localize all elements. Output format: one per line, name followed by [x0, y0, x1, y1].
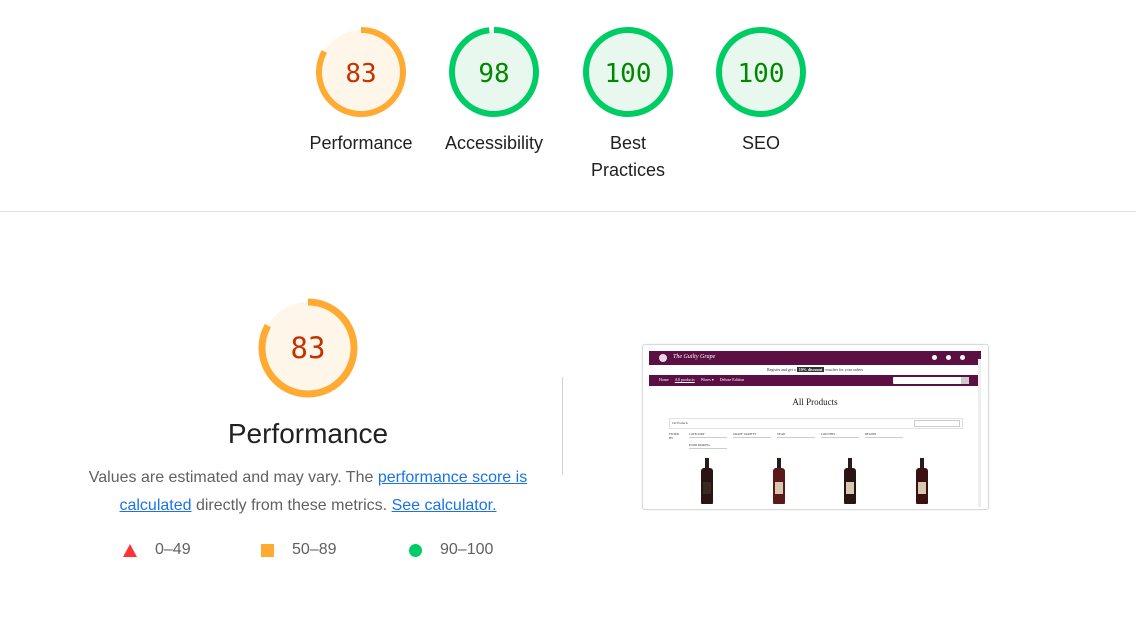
legend-pass-range: 90–100	[440, 541, 494, 558]
description-middle: directly from these metrics.	[191, 497, 392, 514]
gauge-label: SEO	[741, 133, 780, 153]
filter-grape: GRAPE VARIETY	[733, 432, 771, 438]
gauge-score: 100	[605, 59, 652, 89]
filter-category: CATEGORY	[689, 432, 727, 438]
heart-icon	[946, 355, 951, 360]
gauge-ring-performance: 83	[316, 27, 406, 117]
bag-icon	[960, 355, 965, 360]
legend-fail-range: 0–49	[155, 541, 191, 558]
gauge-performance[interactable]: 83 Performance	[306, 26, 416, 157]
vertical-divider	[562, 377, 563, 475]
performance-section: 83 Performance Values are estimated and …	[70, 290, 546, 520]
filter-food-pairing: FOOD PAIRING	[689, 443, 727, 449]
screenshot-page: The Guilty Grape Register and get a 10% …	[649, 351, 981, 507]
gauge-seo[interactable]: 100 SEO	[706, 26, 816, 157]
nav-home: Home	[659, 377, 669, 382]
filter-region: REGION	[865, 432, 903, 438]
gauge-label: Performance	[309, 133, 413, 153]
orange-square-icon	[261, 543, 274, 557]
header-icons	[932, 355, 965, 360]
final-screenshot[interactable]: The Guilty Grape Register and get a 10% …	[642, 344, 989, 510]
performance-gauge-score: 83	[291, 331, 326, 365]
performance-description: Values are estimated and may vary. The p…	[78, 464, 538, 520]
site-brand: The Guilty Grape	[673, 354, 716, 360]
performance-gauge: 83	[258, 298, 358, 398]
gauge-best-practices[interactable]: 100 Best Practices	[573, 26, 683, 184]
gauge-ring-accessibility: 98	[449, 27, 539, 117]
gauge-ring-seo: 100	[716, 27, 806, 117]
filter-year: YEAR	[777, 432, 815, 438]
legend-average-range: 50–89	[292, 541, 337, 558]
wine-bottle-image	[916, 458, 928, 504]
nav-links: Home All products Wines ▾ Deluxe Edition	[659, 377, 744, 382]
sort-select	[914, 420, 960, 427]
filter-country: COUNTRY	[821, 432, 859, 438]
red-triangle-icon	[123, 543, 137, 557]
user-icon	[932, 355, 937, 360]
legend-fail: 0–49	[123, 541, 191, 559]
promo-suffix: voucher for your orders	[825, 367, 864, 372]
filter-by-label: FILTER BY	[669, 432, 679, 440]
gauge-score: 83	[345, 59, 376, 89]
products-heading: All Products	[792, 397, 838, 407]
products-toolbar: 192 Products	[669, 418, 963, 429]
category-summary: 83 Performance 98 Accessibility 100 Best…	[0, 0, 1136, 211]
site-header: The Guilty Grape	[649, 351, 981, 365]
gauge-label: Accessibility	[444, 133, 544, 153]
legend-pass: 90–100	[409, 541, 493, 559]
performance-title: Performance	[227, 418, 389, 449]
gauge-score: 98	[478, 59, 509, 89]
promo-prefix: Register and get a	[766, 367, 796, 372]
gauge-score: 100	[738, 59, 785, 89]
score-legend: 0–49 50–89 90–100	[0, 541, 620, 565]
product-count: 192 Products	[672, 421, 688, 425]
nav-all-products: All products	[674, 377, 695, 382]
grape-logo-icon	[659, 354, 667, 362]
description-prefix: Values are estimated and may vary. The	[88, 469, 378, 486]
gauge-accessibility[interactable]: 98 Accessibility	[439, 26, 549, 157]
promo-banner: Register and get a 10% discount voucher …	[649, 365, 981, 375]
gauge-ring-best-practices: 100	[583, 27, 673, 117]
search-icon	[961, 377, 969, 384]
screenshot-scrollbar	[978, 359, 981, 507]
nav-deluxe: Deluxe Edition	[719, 377, 745, 382]
legend-average: 50–89	[261, 541, 337, 559]
gauge-label: Best Practices	[590, 133, 666, 180]
site-nav: Home All products Wines ▾ Deluxe Edition	[649, 375, 981, 386]
wine-bottle-image	[701, 458, 713, 504]
wine-bottle-image	[773, 458, 785, 504]
see-calculator-link[interactable]: See calculator.	[392, 497, 497, 514]
section-divider	[0, 211, 1136, 212]
promo-highlight: 10% discount	[796, 367, 825, 372]
site-search-box	[893, 377, 969, 384]
green-circle-icon	[409, 543, 422, 557]
nav-wines: Wines ▾	[700, 377, 714, 382]
wine-bottle-image	[844, 458, 856, 504]
filters: FILTER BY CATEGORY GRAPE VARIETY YEAR CO…	[669, 432, 903, 452]
